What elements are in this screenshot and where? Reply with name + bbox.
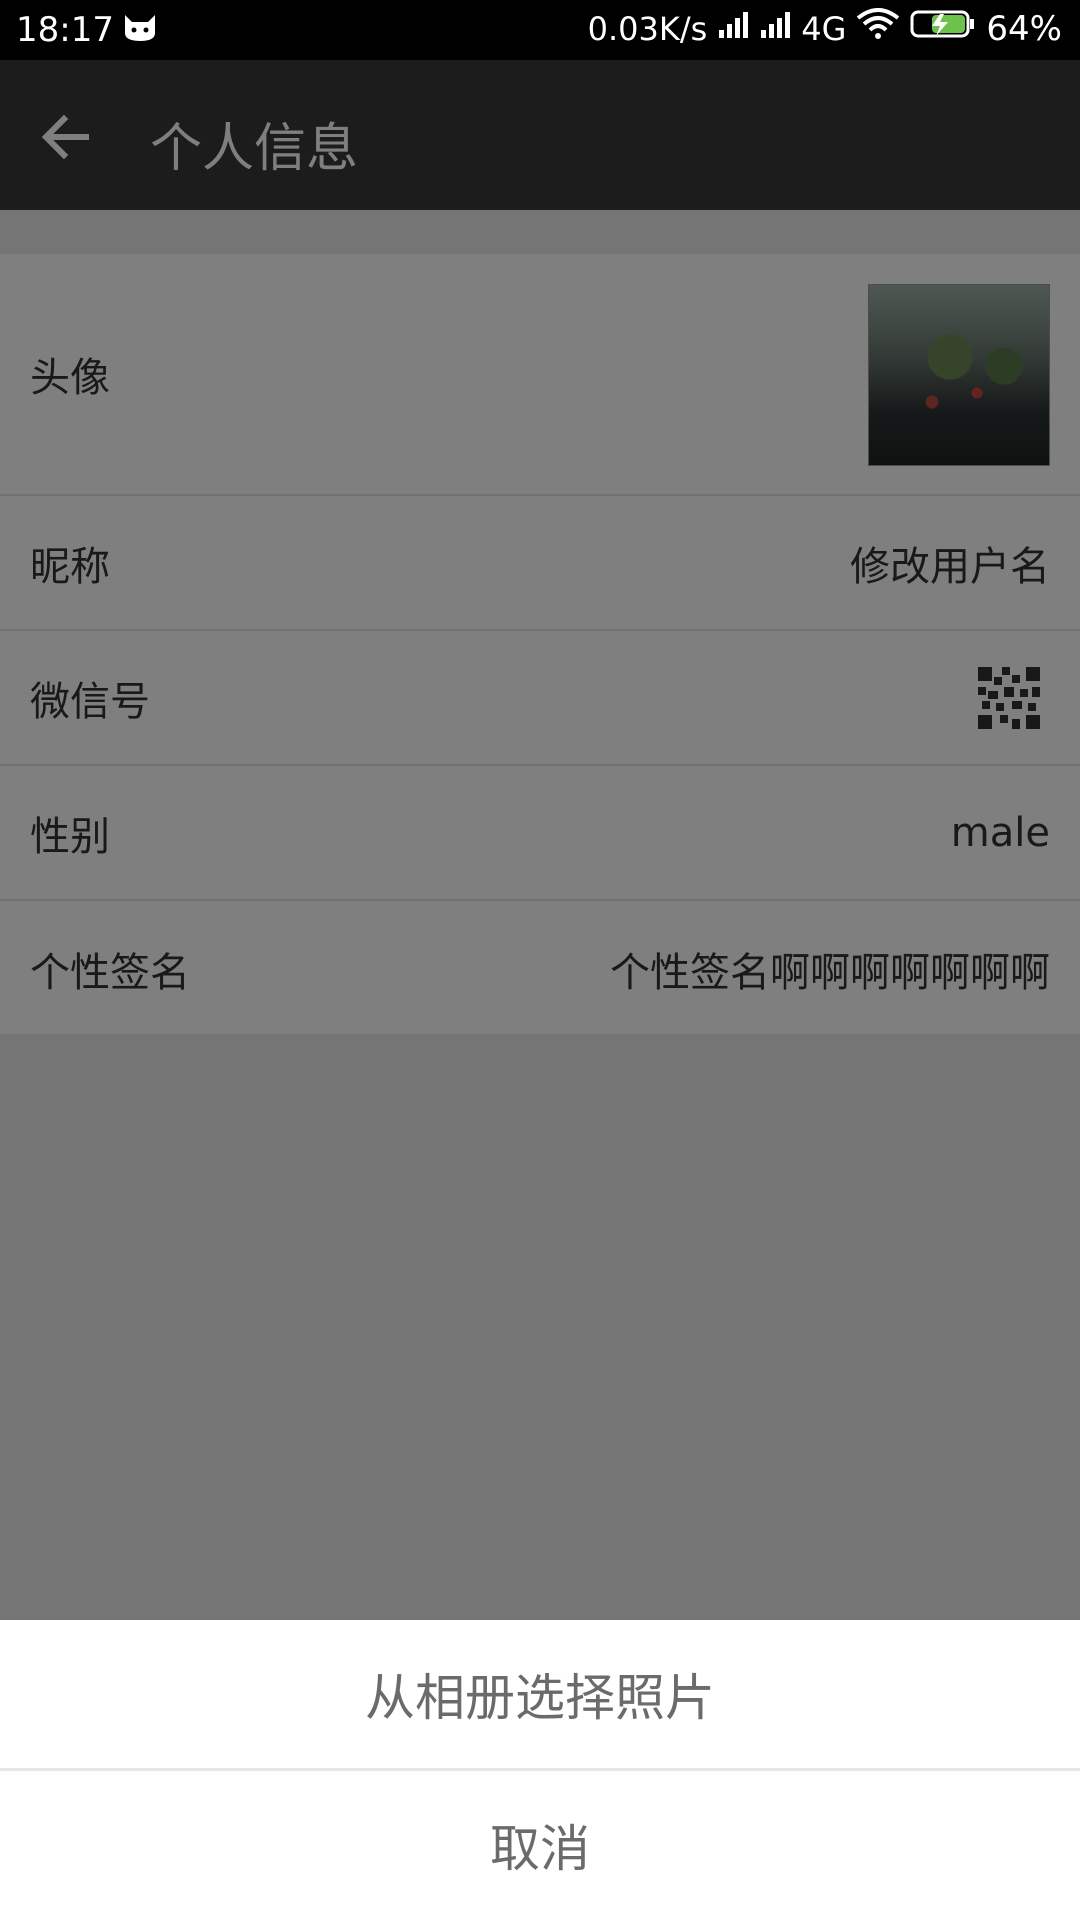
choose-photo-button[interactable]: 从相册选择照片: [0, 1620, 1080, 1771]
cancel-button[interactable]: 取消: [0, 1771, 1080, 1919]
signal-icon: [759, 9, 791, 49]
network-speed: 0.03K/s: [587, 9, 708, 48]
status-time: 18:17: [16, 10, 114, 50]
status-bar: 18:17 0.03K/s 4G 64%: [0, 0, 1080, 60]
battery-charging-icon: [910, 8, 976, 49]
signal-icon: [717, 9, 749, 49]
network-type: 4G: [801, 9, 847, 48]
screen: 18:17 0.03K/s 4G 64% 从相册选择照片 取消: [0, 0, 1080, 1920]
wifi-icon: [856, 8, 900, 49]
status-right: 0.03K/s 4G 64%: [588, 8, 1062, 49]
battery-percent: 64%: [986, 8, 1062, 49]
action-sheet: 从相册选择照片 取消: [0, 1620, 1080, 1920]
cat-notification-icon: [122, 12, 158, 52]
